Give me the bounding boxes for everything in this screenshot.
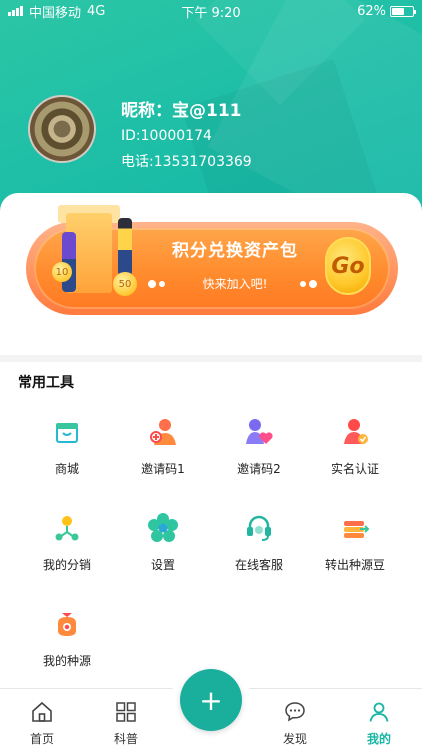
tool-invite-1-label: 邀请码1 [141, 462, 185, 476]
tab-discover-label: 发现 [282, 732, 307, 746]
tool-shop-label: 商城 [54, 462, 79, 476]
tools-section-title: 常用工具 [18, 375, 74, 391]
grid-icon [116, 702, 136, 722]
tool-shop[interactable]: 商城 [17, 417, 117, 477]
tool-customer-service[interactable]: 在线客服 [209, 513, 309, 573]
banner-subtitle: 快来加入吧! [202, 277, 268, 291]
tool-settings-label: 设置 [150, 558, 175, 572]
home-icon [32, 701, 52, 722]
tool-distribution[interactable]: 我的分销 [17, 513, 117, 573]
profile-info: 昵称：宝@111 ID:10000174 电话:13531703369 [121, 96, 252, 178]
tool-distribution-label: 我的分销 [42, 558, 91, 572]
seed-bag-icon [58, 613, 76, 636]
tool-transfer[interactable]: 转出种源豆 [305, 513, 405, 573]
tab-mine[interactable]: 我的 [349, 690, 409, 747]
coin-50-icon: 50 [113, 272, 137, 296]
tool-settings[interactable]: 设置 [113, 513, 213, 573]
chat-bubble-icon [285, 702, 305, 722]
coin-10-icon: 10 [52, 262, 72, 282]
user-id: ID:10000174 [121, 128, 212, 144]
tool-my-seeds[interactable]: 我的种源 [17, 609, 117, 669]
coin-50-label: 50 [118, 278, 132, 290]
status-time: 下午 9:20 [181, 5, 241, 21]
headset-icon [247, 515, 271, 541]
person-right-illustration [118, 218, 132, 276]
shop-icon [56, 423, 78, 443]
plus-icon: + [199, 683, 223, 717]
tab-home[interactable]: 首页 [12, 690, 72, 747]
tool-invite-2[interactable]: 邀请码2 [209, 417, 309, 477]
banner-title: 积分兑换资产包 [172, 241, 298, 261]
network-label: 4G [87, 3, 106, 19]
go-button[interactable]: Go [325, 237, 371, 295]
nickname: 昵称：宝@111 [121, 101, 242, 121]
invite-heart-icon [246, 419, 273, 444]
user-icon [369, 702, 389, 722]
signal-icon [8, 6, 23, 16]
status-bar: 中国移动 4G 下午 9:20 62% [0, 0, 422, 22]
tab-science-label: 科普 [113, 732, 138, 746]
tab-science[interactable]: 科普 [96, 690, 156, 747]
add-button[interactable]: + [180, 669, 242, 731]
tab-discover[interactable]: 发现 [265, 690, 325, 747]
transfer-icon [344, 521, 370, 538]
section-divider [0, 355, 422, 362]
distribution-icon [55, 516, 79, 541]
battery-icon [390, 5, 416, 17]
phone-number: 电话:13531703369 [121, 154, 252, 170]
invite-user-icon [150, 419, 176, 445]
settings-flower-icon [148, 513, 178, 542]
tab-home-label: 首页 [29, 732, 54, 746]
tool-verify-label: 实名认证 [330, 462, 379, 476]
battery-percent: 62% [357, 3, 386, 19]
verify-user-icon [344, 419, 368, 444]
tab-mine-label: 我的 [366, 732, 391, 746]
tool-transfer-label: 转出种源豆 [324, 558, 385, 572]
tool-verify[interactable]: 实名认证 [305, 417, 405, 477]
avatar[interactable] [28, 95, 96, 163]
tool-invite-2-label: 邀请码2 [237, 462, 281, 476]
carrier-label: 中国移动 [29, 5, 82, 21]
coin-10-label: 10 [55, 266, 69, 278]
tool-invite-1[interactable]: 邀请码1 [113, 417, 213, 477]
tool-my-seeds-label: 我的种源 [42, 654, 91, 668]
tool-customer-service-label: 在线客服 [234, 558, 283, 572]
